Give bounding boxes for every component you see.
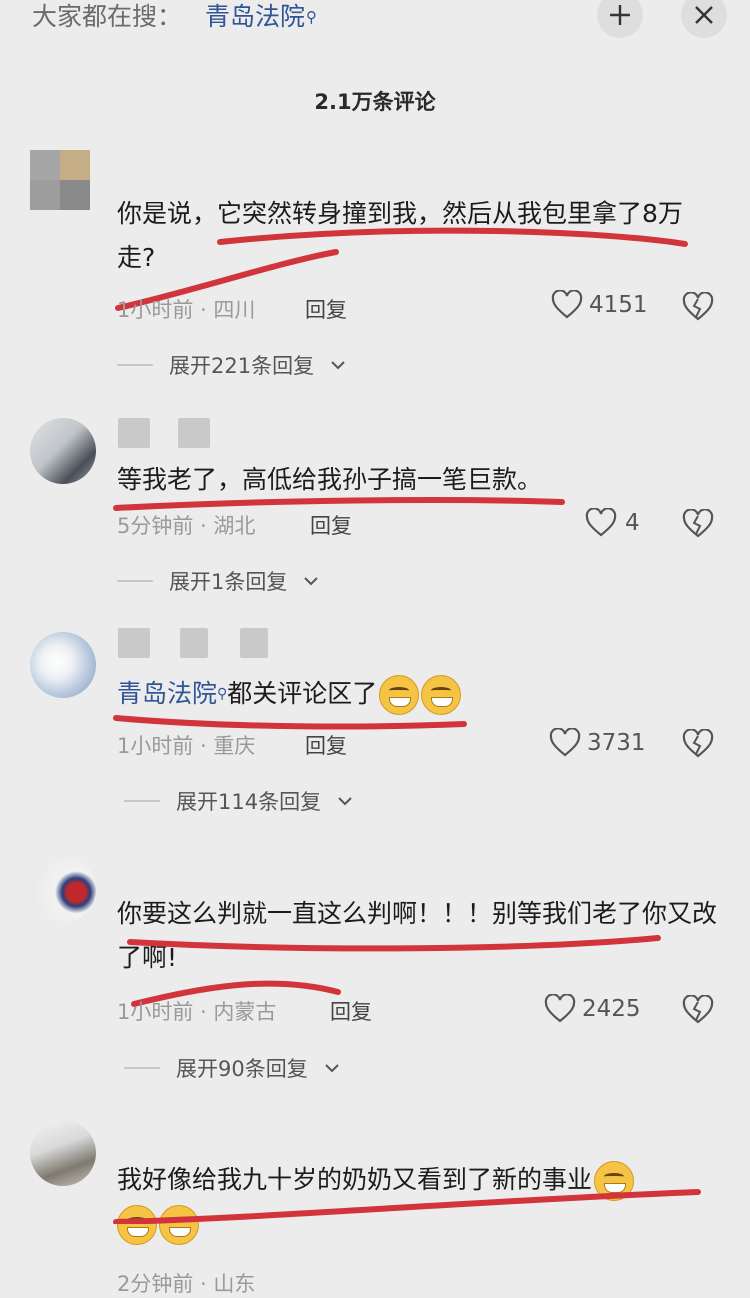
reply-button[interactable]: 回复: [310, 510, 352, 540]
chevron-down-icon: [325, 1064, 339, 1073]
username-blurred[interactable]: [118, 628, 150, 658]
username-blurred[interactable]: [178, 418, 210, 448]
comment-meta: 5分钟前 · 湖北: [117, 514, 256, 538]
heart-icon: [551, 290, 583, 319]
chevron-down-icon: [304, 577, 319, 586]
heart-icon: [544, 994, 576, 1023]
comment-meta: 2分钟前 · 山东: [117, 1272, 256, 1296]
inline-search-link[interactable]: 青岛法院⚲: [117, 679, 227, 708]
reply-button[interactable]: 回复: [330, 996, 372, 1026]
comment-location: 四川: [213, 298, 256, 322]
username-blurred[interactable]: [118, 418, 150, 448]
comment-meta: 1小时前 · 四川: [117, 298, 256, 322]
comment-count-title: 2.1万条评论: [314, 90, 436, 114]
expand-replies-label: 展开221条回复: [169, 354, 315, 378]
broken-heart-icon[interactable]: [682, 995, 714, 1025]
heart-icon: [585, 508, 617, 537]
avatar[interactable]: [30, 856, 96, 922]
expand-replies-label: 展开1条回复: [169, 570, 288, 594]
comment-time: 1小时前: [117, 298, 194, 322]
search-magnifier-icon: ⚲: [306, 8, 318, 26]
search-magnifier-icon: ⚲: [217, 686, 228, 702]
reply-button[interactable]: 回复: [305, 294, 347, 324]
comment-meta: 1小时前 · 重庆: [117, 734, 256, 758]
reply-button[interactable]: 回复: [305, 730, 347, 760]
comment-location: 内蒙古: [213, 1000, 277, 1024]
chevron-down-icon: [338, 797, 352, 806]
avatar[interactable]: [30, 418, 96, 484]
annotation-underline: [113, 1189, 701, 1224]
username-blurred[interactable]: [180, 628, 208, 658]
broken-heart-icon[interactable]: [682, 509, 714, 539]
divider: [117, 364, 153, 366]
comment-time: 1小时前: [117, 1000, 194, 1024]
heart-icon: [549, 728, 581, 757]
search-suggestion-link[interactable]: 青岛法院⚲: [205, 0, 317, 34]
top-bar: 大家都在搜： 青岛法院⚲: [0, 0, 750, 60]
like-count: 4151: [589, 292, 648, 318]
expand-replies[interactable]: 展开114条回复: [124, 786, 353, 816]
chevron-down-icon: [331, 361, 345, 370]
like-count: 2425: [582, 996, 641, 1022]
add-icon: [610, 5, 630, 25]
comment-location: 湖北: [213, 514, 256, 538]
expand-replies-label: 展开90条回复: [176, 1057, 308, 1081]
broken-heart-icon[interactable]: [682, 292, 714, 322]
close-button[interactable]: [681, 0, 727, 38]
like-button[interactable]: 3731: [549, 728, 646, 758]
broken-heart-icon[interactable]: [682, 729, 714, 759]
like-count: 3731: [587, 730, 646, 756]
username-blurred[interactable]: [240, 628, 268, 658]
expand-replies[interactable]: 展开1条回复: [117, 566, 319, 596]
comment-time: 5分钟前: [117, 514, 194, 538]
divider: [124, 800, 160, 802]
like-count: 4: [625, 510, 640, 536]
expand-replies[interactable]: 展开90条回复: [124, 1053, 340, 1083]
comment-meta: 1小时前 · 内蒙古: [117, 1000, 277, 1024]
like-button[interactable]: 2425: [544, 994, 641, 1024]
like-button[interactable]: 4151: [551, 290, 648, 320]
search-prefix-label: 大家都在搜：: [32, 2, 183, 31]
comment-location: 山东: [213, 1272, 256, 1296]
divider: [117, 580, 153, 582]
divider: [124, 1067, 160, 1069]
avatar[interactable]: [30, 150, 90, 210]
avatar[interactable]: [30, 1120, 96, 1186]
expand-replies-label: 展开114条回复: [176, 790, 322, 814]
comment-time: 2分钟前: [117, 1272, 194, 1296]
comment-time: 1小时前: [117, 734, 194, 758]
like-button[interactable]: 4: [585, 508, 640, 538]
close-icon: [695, 6, 713, 24]
add-icon-button[interactable]: [597, 0, 643, 38]
expand-replies[interactable]: 展开221条回复: [117, 350, 346, 380]
avatar[interactable]: [30, 632, 96, 698]
comment-location: 重庆: [213, 734, 256, 758]
